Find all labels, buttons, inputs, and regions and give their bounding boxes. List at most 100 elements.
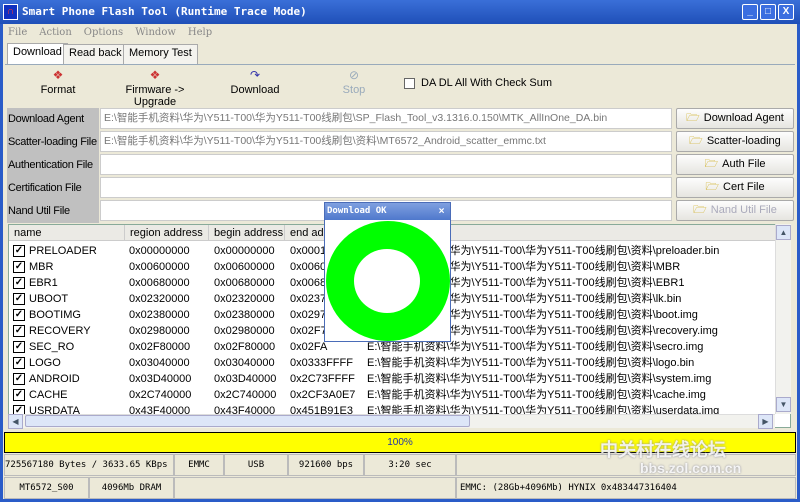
begin-address: 0x03D40000 [214,373,277,385]
minimize-button[interactable]: _ [742,4,758,20]
table-row[interactable]: ✓ LOGO 0x03040000 0x03040000 0x0333FFFF … [9,355,779,371]
browse-file-button[interactable]: 🗁 Auth File [676,154,794,175]
scroll-right-icon[interactable]: ▶ [758,414,773,429]
status-chip: MT6572_S00 [4,477,89,499]
begin-address: 0x03040000 [214,357,275,369]
format-button[interactable]: ❖ Format [38,68,78,96]
folder-icon: 🗁 [704,158,719,170]
scroll-left-icon[interactable]: ◀ [8,414,23,429]
folder-icon: 🗁 [686,112,700,124]
dialog-close-icon[interactable]: × [435,205,448,218]
row-checkbox[interactable]: ✓ [13,245,25,257]
download-arrow-icon: ↷ [249,68,261,82]
close-button[interactable]: X [778,4,794,20]
checksum-checkbox[interactable] [404,78,415,89]
file-path-input[interactable] [100,177,672,198]
row-checkbox[interactable]: ✓ [13,357,25,369]
status-baudrate: 921600 bps [288,454,364,476]
column-header-name[interactable]: name [9,225,125,241]
row-checkbox[interactable]: ✓ [13,325,25,337]
end-address: 0x0068 [290,277,327,289]
folder-icon: 🗁 [689,135,703,147]
region-address: 0x00680000 [129,277,190,289]
status-emmc-info: EMMC: (28Gb+4096Mb) HYNIX 0x483447316404 [456,477,796,499]
menu-file[interactable]: File [8,27,27,38]
region-address: 0x02980000 [129,325,190,337]
browse-file-button[interactable]: 🗁 Cert File [676,177,794,198]
watermark: 中关村在线论坛 [600,440,726,460]
window-title: Smart Phone Flash Tool (Runtime Trace Mo… [22,5,307,18]
file-path: E:\智能手机资料\华为\Y511-T00\华为Y511-T00线刷包\资料\c… [367,389,706,401]
region-address: 0x2C740000 [129,389,192,401]
tab-read-back[interactable]: Read back [63,44,128,64]
scroll-up-icon[interactable]: ▲ [776,225,791,240]
row-checkbox[interactable]: ✓ [13,261,25,273]
end-address: 0x0001 [290,245,327,257]
maximize-button[interactable]: □ [760,4,776,20]
region-address: 0x03040000 [129,357,190,369]
end-address: 0x0060 [290,261,327,273]
folder-icon: 🗁 [705,181,720,193]
column-header-region[interactable]: region address [125,225,209,241]
row-checkbox[interactable]: ✓ [13,389,25,401]
row-checkbox[interactable]: ✓ [13,277,25,289]
menu-options[interactable]: Options [84,27,123,38]
partition-name: CACHE [29,389,68,401]
app-icon: ∩ [3,4,18,20]
file-path-input[interactable] [100,154,672,175]
file-path-input[interactable]: E:\智能手机资料\华为\Y511-T00\华为Y511-T00线刷包\SP_F… [100,108,672,129]
progress-label: 100% [387,437,413,448]
file-path: E:\智能手机资料\华为\Y511-T00\华为Y511-T00线刷包\资料\s… [367,373,712,385]
stop-button[interactable]: ⊘ Stop [336,68,372,96]
status-port: USB [224,454,288,476]
table-row[interactable]: ✓ CACHE 0x2C740000 0x2C740000 0x2CF3A0E7… [9,387,779,403]
end-address: 0x0297 [290,309,327,321]
begin-address: 0x02380000 [214,309,275,321]
begin-address: 0x00680000 [214,277,275,289]
region-address: 0x02380000 [129,309,190,321]
browse-file-button[interactable]: 🗁 Download Agent [676,108,794,129]
begin-address: 0x02320000 [214,293,275,305]
row-checkbox[interactable]: ✓ [13,373,25,385]
firmware-upgrade-button[interactable]: ❖ Firmware -> Upgrade [105,68,205,108]
end-address: 0x0237 [290,293,327,305]
row-checkbox[interactable]: ✓ [13,293,25,305]
end-address: 0x2CF3A0E7 [290,389,356,401]
column-header-begin[interactable]: begin address [209,225,285,241]
region-address: 0x02F80000 [129,341,191,353]
horizontal-scrollbar[interactable]: ◀ ▶ [8,414,775,429]
begin-address: 0x02980000 [214,325,275,337]
browse-file-button[interactable]: 🗁 Scatter-loading [676,131,794,152]
begin-address: 0x00600000 [214,261,275,273]
file-label: Authentication File [7,154,99,177]
row-checkbox[interactable]: ✓ [13,309,25,321]
table-row[interactable]: ✓ ANDROID 0x03D40000 0x03D40000 0x2C73FF… [9,371,779,387]
status-blank [174,477,456,499]
scroll-thumb[interactable] [25,415,470,427]
begin-address: 0x00000000 [214,245,275,257]
status-storage: EMMC [174,454,224,476]
browse-file-button[interactable]: 🗁 Nand Util File [676,200,794,221]
region-address: 0x02320000 [129,293,190,305]
file-label: Nand Util File [7,200,99,223]
format-icon: ❖ [52,68,64,82]
menu-action[interactable]: Action [39,27,72,38]
row-checkbox[interactable]: ✓ [13,341,25,353]
file-path: E:\智能手机资料\华为\Y511-T00\华为Y511-T00线刷包\资料\l… [367,357,695,369]
region-address: 0x00600000 [129,261,190,273]
tab-memory-test[interactable]: Memory Test [123,44,198,64]
menu-help[interactable]: Help [188,27,212,38]
firmware-upgrade-icon: ❖ [149,68,161,82]
region-address: 0x00000000 [129,245,190,257]
menu-bar: File Action Options Window Help [8,27,224,41]
success-ring-icon [326,221,450,341]
menu-window[interactable]: Window [135,27,176,38]
stop-icon: ⊘ [348,68,360,82]
scroll-down-icon[interactable]: ▼ [776,397,791,412]
begin-address: 0x2C740000 [214,389,277,401]
file-path-input[interactable]: E:\智能手机资料\华为\Y511-T00\华为Y511-T00线刷包\资料\M… [100,131,672,152]
vertical-scrollbar[interactable]: ▲ ▼ [775,224,791,414]
tab-download[interactable]: Download [7,43,68,65]
download-button[interactable]: ↷ Download [228,68,282,96]
file-label: Scatter-loading File [7,131,99,154]
